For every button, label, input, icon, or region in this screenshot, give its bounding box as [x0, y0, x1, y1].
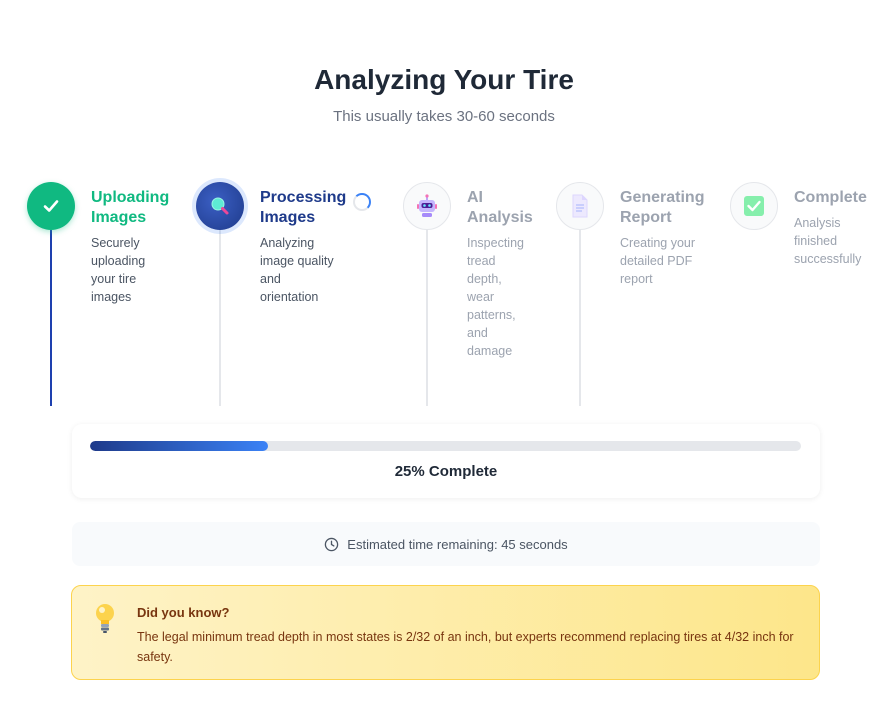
step-title: Uploading Images: [91, 189, 170, 226]
time-remaining-box: Estimated time remaining: 45 seconds: [72, 522, 820, 566]
tip-text: The legal minimum tread depth in most st…: [137, 630, 794, 664]
time-remaining-text: Estimated time remaining: 45 seconds: [347, 536, 568, 552]
step-description: Inspecting tread depth, wear patterns, a…: [467, 236, 524, 358]
page-title: Analyzing Your Tire: [314, 64, 574, 95]
step-description: Creating your detailed PDF report: [620, 236, 696, 286]
robot-icon: [403, 182, 451, 230]
checkmark-icon: [27, 182, 75, 230]
step-title: Generating Report: [620, 189, 705, 226]
lightbulb-icon: [94, 602, 116, 639]
did-you-know-tip: Did you know? The legal minimum tread de…: [71, 585, 820, 680]
document-icon: [556, 182, 604, 230]
progress-label: 25% Complete: [394, 463, 498, 480]
step-title: Processing Images: [260, 189, 347, 226]
page-subtitle: This usually takes 30-60 seconds: [333, 108, 555, 125]
loading-spinner-icon: [353, 193, 371, 211]
progress-card: 25% Complete: [72, 424, 820, 498]
tip-title: Did you know?: [137, 605, 230, 620]
progress-bar: [90, 441, 801, 451]
step-connector: [426, 230, 428, 406]
step-description: Securely uploading your tire images: [91, 236, 146, 304]
step-connector: [50, 230, 52, 406]
step-description: Analyzing image quality and orientation: [260, 236, 334, 304]
analysis-page: Analyzing Your Tire This usually takes 3…: [0, 0, 888, 709]
step-description: Analysis finished successfully: [794, 216, 862, 266]
magnifier-icon: [196, 182, 244, 230]
progress-bar-fill: [90, 441, 268, 451]
clock-icon: [324, 537, 339, 552]
step-connector: [219, 230, 221, 406]
step-connector: [579, 230, 581, 406]
step-title: Complete: [794, 189, 867, 206]
step-title: AI Analysis: [467, 189, 533, 226]
check-box-icon: [730, 182, 778, 230]
